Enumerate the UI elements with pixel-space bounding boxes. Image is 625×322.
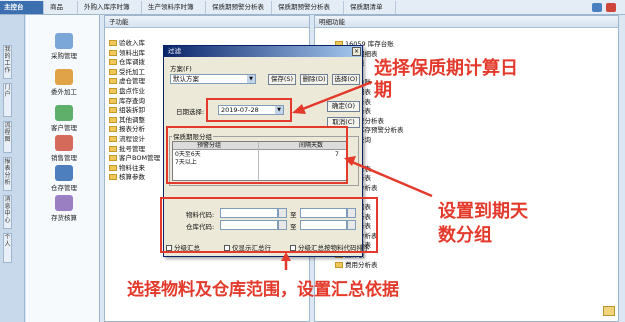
note-icon[interactable] <box>603 306 615 316</box>
annotation-group: 设置到期天数分组 <box>438 201 528 246</box>
annotation-range: 选择物料及仓库范围，设置汇总依据 <box>127 280 399 300</box>
range-arrow-head <box>281 252 291 261</box>
group-arrow <box>351 160 433 198</box>
annotation-arrows <box>281 80 433 270</box>
date-arrow <box>299 80 373 112</box>
date-arrow-head <box>292 104 306 114</box>
annotation-date: 选择保质期计算日期 <box>374 58 518 101</box>
group-arrow-head <box>344 156 356 166</box>
